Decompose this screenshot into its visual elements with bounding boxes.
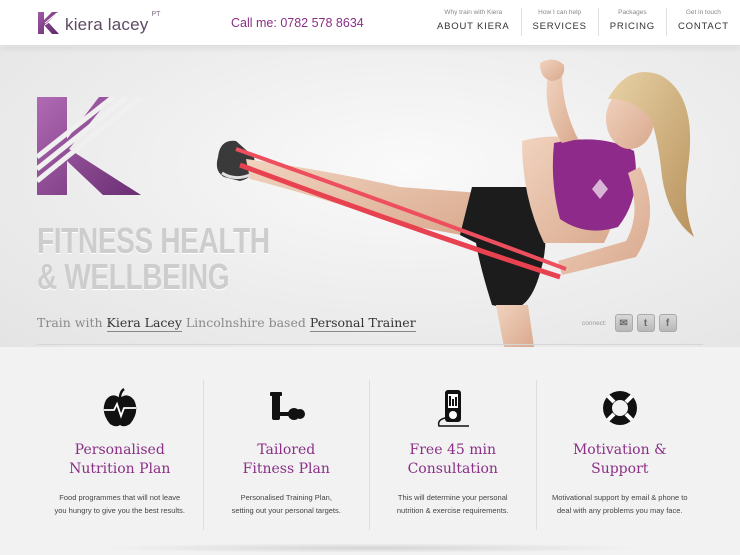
feature-fitness-text: Personalised Training Plan, setting out … <box>204 491 370 517</box>
k-emblem-icon <box>37 97 141 195</box>
feature-consultation[interactable]: Free 45 min Consultation This will deter… <box>370 380 537 530</box>
nav-about-label: ABOUT KIERA <box>437 21 510 32</box>
feature-motivation-text-1: Motivational support by email & phone to <box>552 493 688 502</box>
headline-line-1: FITNESS HEALTH <box>37 220 270 261</box>
feature-nutrition-text-1: Food programmes that will not leave <box>59 493 181 502</box>
feature-consultation-title-1: Free 45 min <box>409 442 496 458</box>
facebook-icon[interactable]: f <box>658 314 677 332</box>
feature-nutrition-text: Food programmes that will not leave you … <box>37 491 203 517</box>
life-ring-icon <box>602 391 637 425</box>
hero-headline: FITNESS HEALTH & WELLBEING <box>37 223 270 295</box>
feature-consultation-title: Free 45 min Consultation <box>370 441 536 479</box>
feature-motivation-text: Motivational support by email & phone to… <box>537 491 704 517</box>
mp3-player-icon <box>437 390 469 427</box>
tagline-role[interactable]: Personal Trainer <box>309 315 416 332</box>
tagline-pre: Train with <box>37 315 107 330</box>
feature-motivation-title: Motivation & Support <box>537 441 704 479</box>
nav-contact-label: CONTACT <box>677 21 729 32</box>
logo-text: kiera lacey <box>65 15 149 34</box>
nav-about[interactable]: Why train with Kiera ABOUT KIERA <box>426 8 522 36</box>
feature-consultation-text: This will determine your personal nutrit… <box>370 491 536 517</box>
feature-motivation-title-2: Support <box>591 461 649 477</box>
nav-services-sub: How I can help <box>538 9 582 16</box>
logo-suffix: PT <box>151 11 161 18</box>
feature-motivation[interactable]: Motivation & Support Motivational suppor… <box>537 380 704 530</box>
features-row: Personalised Nutrition Plan Food program… <box>37 380 703 530</box>
feature-motivation-text-2: deal with any problems you may face. <box>557 506 683 515</box>
main-nav: Why train with Kiera ABOUT KIERA How I c… <box>426 8 740 36</box>
apple-heartbeat-icon <box>103 388 136 427</box>
feature-nutrition-title-2: Nutrition Plan <box>69 461 171 477</box>
feature-consultation-title-2: Consultation <box>407 461 498 477</box>
feature-fitness[interactable]: Tailored Fitness Plan Personalised Train… <box>204 380 370 530</box>
feature-fitness-title: Tailored Fitness Plan <box>204 441 370 479</box>
nav-services[interactable]: How I can help SERVICES <box>522 8 599 36</box>
feature-nutrition-title-1: Personalised <box>74 442 165 458</box>
twitter-icon[interactable]: t <box>636 314 655 332</box>
site-header: kiera lacey PT Call me: 0782 578 8634 Wh… <box>0 0 740 46</box>
connect-label: connect: <box>582 319 607 327</box>
headline-line-2: & WELLBEING <box>37 256 230 297</box>
feature-nutrition[interactable]: Personalised Nutrition Plan Food program… <box>37 380 204 530</box>
feature-nutrition-title: Personalised Nutrition Plan <box>37 441 203 479</box>
feature-fitness-text-2: setting out your personal targets. <box>231 506 341 515</box>
social-connect: connect: ✉ t f <box>582 314 677 332</box>
nav-pricing-sub: Packages <box>618 9 647 16</box>
k-logo-icon <box>38 12 60 34</box>
email-icon[interactable]: ✉ <box>614 314 633 332</box>
feature-consultation-text-1: This will determine your personal <box>397 493 508 502</box>
logo[interactable]: kiera lacey PT <box>37 9 160 35</box>
dumbbell-icon <box>270 392 306 420</box>
nav-pricing-label: PRICING <box>609 21 655 32</box>
nav-contact[interactable]: Get in touch CONTACT <box>667 8 740 36</box>
feature-nutrition-text-2: you hungry to give you the best results. <box>54 506 186 515</box>
nav-services-label: SERVICES <box>532 21 587 32</box>
tagline-name[interactable]: Kiera Lacey <box>106 315 182 332</box>
feature-fitness-title-1: Tailored <box>257 442 316 458</box>
nav-contact-sub: Get in touch <box>685 9 721 16</box>
hero-banner: FITNESS HEALTH & WELLBEING Train with Ki… <box>0 47 740 347</box>
feature-consultation-text-2: nutrition & exercise requirements. <box>396 506 509 515</box>
athlete-kick-image <box>216 59 694 347</box>
feature-fitness-title-2: Fitness Plan <box>242 461 330 477</box>
nav-about-sub: Why train with Kiera <box>444 9 503 16</box>
hero-tagline: Train with Kiera Lacey Lincolnshire base… <box>37 315 416 332</box>
footer-shadow <box>90 543 650 553</box>
tagline-mid: Lincolnshire based <box>181 315 310 330</box>
feature-motivation-title-1: Motivation & <box>572 442 667 458</box>
feature-fitness-text-1: Personalised Training Plan, <box>240 493 332 502</box>
nav-pricing[interactable]: Packages PRICING <box>599 8 667 36</box>
hero-divider <box>37 344 703 345</box>
call-phone[interactable]: Call me: 0782 578 8634 <box>231 16 364 30</box>
